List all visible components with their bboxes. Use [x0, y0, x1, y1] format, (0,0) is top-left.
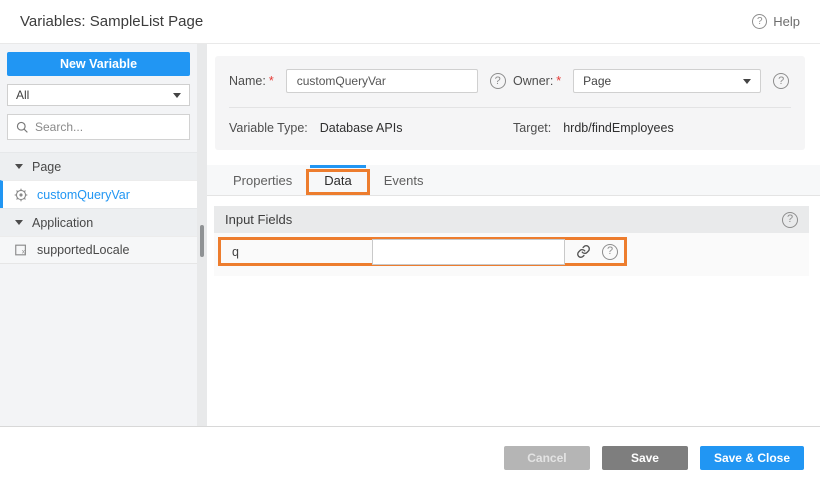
active-tab-indicator — [310, 165, 365, 168]
variable-filter-select[interactable]: All — [7, 84, 190, 106]
tree-group-application[interactable]: Application — [0, 208, 197, 236]
name-help-icon[interactable] — [490, 73, 506, 89]
detail-tabbar: Properties Data Events — [207, 165, 820, 196]
target-label: Target: — [513, 121, 551, 135]
variables-dialog: Variables: SampleList Page Help New Vari… — [0, 0, 820, 489]
owner-selected-value: Page — [583, 74, 611, 88]
variable-type-label: Variable Type: — [229, 121, 308, 135]
tab-data-label: Data — [324, 173, 351, 188]
target-group: Target: hrdb/findEmployees — [513, 121, 674, 135]
name-owner-row: Name: * Owner: * Page — [229, 69, 791, 93]
variable-type-group: Variable Type: Database APIs — [229, 121, 513, 135]
scrollbar-thumb[interactable] — [200, 225, 204, 257]
input-fields-header: Input Fields — [214, 206, 809, 233]
dialog-header: Variables: SampleList Page Help — [0, 0, 820, 44]
form-divider — [229, 107, 791, 108]
new-variable-button[interactable]: New Variable — [7, 52, 190, 76]
name-input[interactable] — [286, 69, 478, 93]
save-and-close-button[interactable]: Save & Close — [700, 446, 804, 470]
tree-item-customqueryvar[interactable]: customQueryVar — [0, 180, 197, 208]
chevron-down-icon — [743, 79, 751, 84]
type-target-row: Variable Type: Database APIs Target: hrd… — [229, 121, 791, 135]
input-fields-section: Input Fields q — [214, 206, 809, 276]
cancel-button[interactable]: Cancel — [504, 446, 590, 470]
input-fields-body: q — [214, 233, 809, 276]
name-field-group: Name: * — [229, 69, 513, 93]
name-label: Name: — [229, 74, 266, 88]
variables-tree: Page customQueryVar Application x su — [0, 152, 197, 264]
owner-label: Owner: — [513, 74, 553, 88]
dialog-body: New Variable All Page — [0, 44, 820, 426]
variable-detail-panel: Name: * Owner: * Page — [207, 44, 820, 426]
required-asterisk: * — [269, 74, 274, 88]
tab-events[interactable]: Events — [368, 165, 440, 195]
owner-field-group: Owner: * Page — [513, 69, 789, 93]
tab-properties[interactable]: Properties — [217, 165, 308, 195]
search-icon — [16, 121, 29, 134]
service-variable-gear-icon — [14, 188, 28, 202]
svg-text:x: x — [22, 249, 25, 256]
owner-select[interactable]: Page — [573, 69, 761, 93]
bind-link-icon[interactable] — [575, 244, 591, 260]
variable-search — [7, 114, 190, 140]
variables-sidebar: New Variable All Page — [0, 44, 197, 426]
owner-help-icon[interactable] — [773, 73, 789, 89]
required-asterisk: * — [556, 74, 561, 88]
input-fields-help-icon[interactable] — [782, 212, 798, 228]
sidebar-controls: New Variable All — [0, 44, 197, 140]
help-link[interactable]: Help — [752, 14, 800, 29]
param-label: q — [232, 245, 372, 259]
help-label: Help — [773, 14, 800, 29]
tree-group-page[interactable]: Page — [0, 152, 197, 180]
save-button[interactable]: Save — [602, 446, 688, 470]
page-title: Variables: SampleList Page — [20, 13, 203, 30]
help-icon — [752, 14, 767, 29]
sidebar-scrollbar[interactable] — [197, 44, 207, 426]
tree-group-label: Application — [32, 216, 93, 230]
tab-data[interactable]: Data — [308, 165, 367, 195]
tree-item-label: supportedLocale — [37, 243, 129, 257]
variable-summary-form: Name: * Owner: * Page — [215, 56, 805, 150]
variable-type-value: Database APIs — [320, 121, 403, 135]
dialog-footer: Cancel Save Save & Close — [0, 426, 820, 489]
param-help-icon[interactable] — [602, 244, 618, 260]
model-variable-icon: x — [14, 243, 28, 257]
filter-selected-value: All — [16, 88, 29, 102]
search-input[interactable] — [35, 120, 181, 134]
tree-item-supportedlocale[interactable]: x supportedLocale — [0, 236, 197, 264]
target-value: hrdb/findEmployees — [563, 121, 673, 135]
chevron-down-icon — [173, 93, 181, 98]
input-field-row-q: q — [218, 237, 627, 266]
tree-group-label: Page — [32, 160, 61, 174]
collapse-triangle-icon — [15, 220, 23, 225]
section-title: Input Fields — [225, 212, 292, 227]
tree-item-label: customQueryVar — [37, 188, 130, 202]
param-value-input[interactable] — [372, 239, 565, 265]
collapse-triangle-icon — [15, 164, 23, 169]
